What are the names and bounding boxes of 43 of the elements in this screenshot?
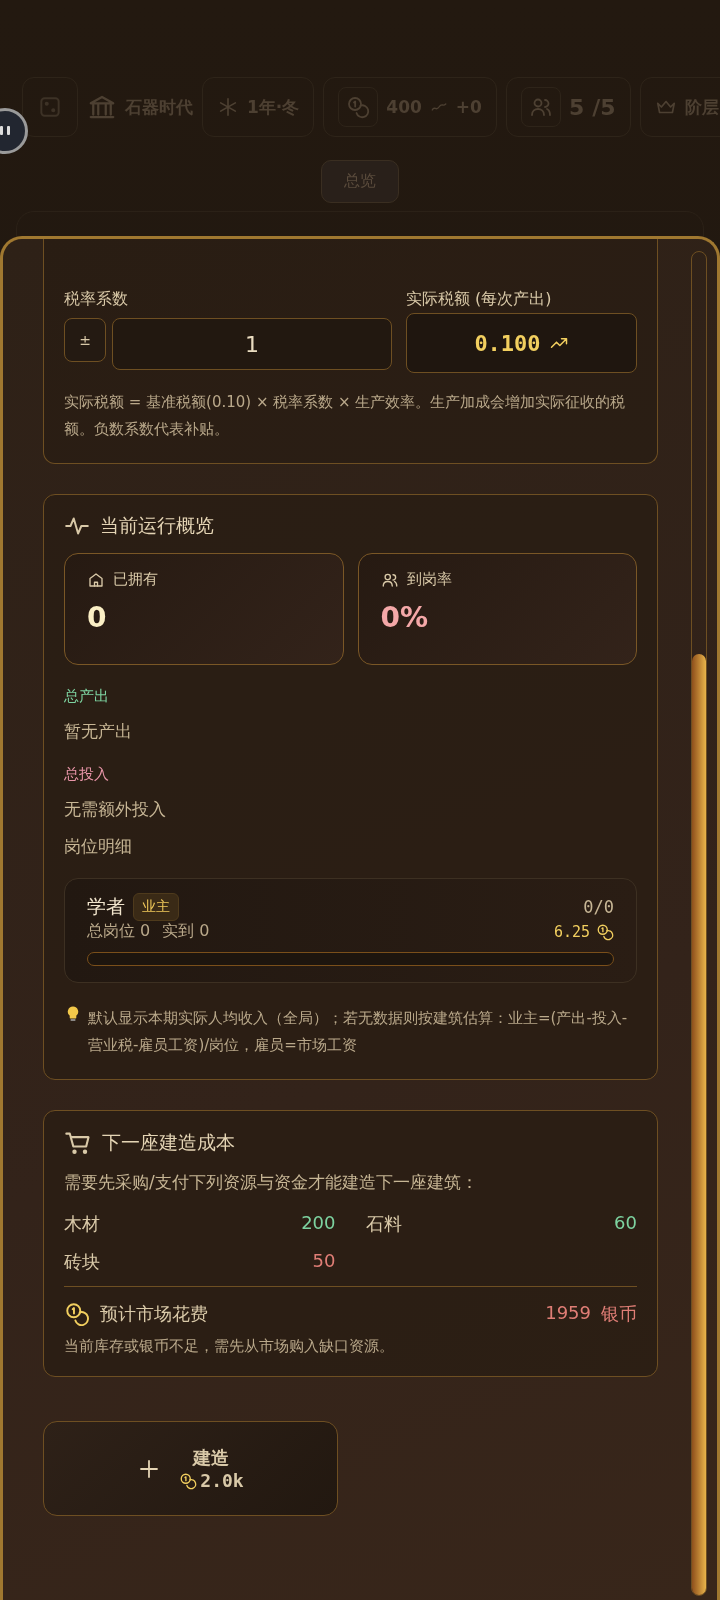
job-ratio: 0/0 bbox=[583, 897, 614, 917]
market-cost-label: 预计市场花费 bbox=[100, 1302, 208, 1326]
overview-title: 当前运行概览 bbox=[100, 513, 214, 538]
resource-name: 木材 bbox=[64, 1212, 100, 1236]
build-button[interactable]: 建造 2.0k bbox=[43, 1421, 338, 1516]
stat-value: 0 bbox=[87, 601, 108, 634]
coins-icon bbox=[346, 95, 371, 119]
sign-toggle-button[interactable]: ± bbox=[64, 318, 106, 362]
total-positions: 总岗位 0 bbox=[87, 921, 151, 942]
resource-amount: 50 bbox=[312, 1250, 336, 1273]
income-note: 默认显示本期实际人均收入（全局）；若无数据则按建筑估算：业主=(产出-投入-营业税-雇员工资)/岗位，雇员=市场工资 bbox=[88, 1008, 629, 1056]
coins-icon bbox=[179, 1471, 198, 1490]
pause-icon bbox=[0, 124, 13, 138]
resource-name: 石料 bbox=[365, 1212, 402, 1236]
stat-label: 到岗率 bbox=[406, 570, 452, 589]
input-heading: 总投入 bbox=[64, 765, 110, 784]
actual-tax-label: 实际税额 (每次产出) bbox=[406, 289, 553, 310]
dice-icon bbox=[37, 94, 63, 120]
coins-icon bbox=[64, 1301, 90, 1327]
cost-title: 下一座建造成本 bbox=[102, 1130, 235, 1155]
coefficient-field[interactable]: 1 bbox=[112, 318, 392, 370]
market-cost-value: 1959 bbox=[545, 1302, 591, 1325]
coefficient-label: 税率系数 bbox=[64, 289, 129, 310]
snowflake-icon bbox=[217, 96, 239, 118]
resource-amount: 200 bbox=[301, 1212, 336, 1235]
coins-icon bbox=[596, 922, 614, 941]
actual-tax-display: 0.100 bbox=[406, 313, 637, 373]
input-text: 无需额外投入 bbox=[64, 798, 167, 821]
income-value: 6.25 bbox=[553, 922, 590, 941]
present-count: 实到 0 bbox=[162, 921, 210, 942]
stat-label: 已拥有 bbox=[113, 570, 158, 589]
output-text: 暂无产出 bbox=[64, 720, 133, 743]
currency-label: 银币 bbox=[601, 1302, 637, 1326]
cost-intro: 需要先采购/支付下列资源与资金才能建造下一座建筑： bbox=[64, 1171, 479, 1194]
job-name: 学者 bbox=[87, 894, 125, 919]
jobs-heading: 岗位明细 bbox=[64, 835, 133, 858]
tax-note: 实际税额 = 基准税额(0.10) × 税率系数 × 生产效率。生产加成会增加实际征收的税额。负数系数代表补贴。 bbox=[64, 392, 627, 440]
stat-value: 0% bbox=[380, 601, 430, 634]
shortage-warning: 当前库存或银币不足，需先从市场购入缺口资源。 bbox=[64, 1337, 395, 1356]
role-tag: 业主 bbox=[133, 893, 179, 921]
output-heading: 总产出 bbox=[64, 687, 110, 706]
resource-amount: 60 bbox=[614, 1212, 637, 1235]
resource-name: 砖块 bbox=[64, 1250, 100, 1274]
